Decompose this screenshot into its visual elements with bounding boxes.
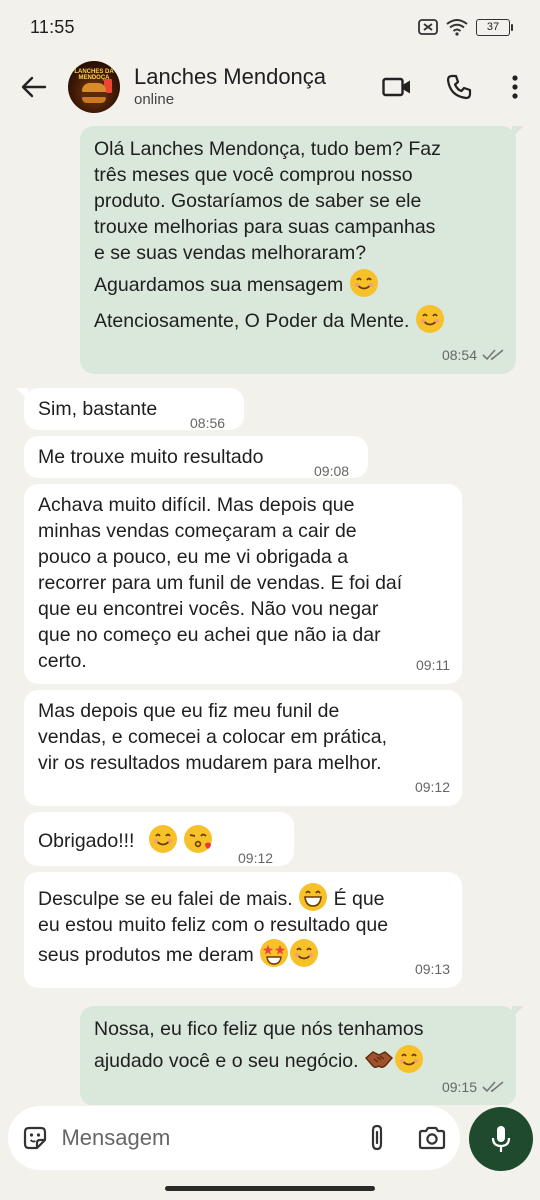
double-check-icon: [482, 349, 504, 361]
message-incoming[interactable]: Me trouxe muito resultado 09:08: [24, 436, 368, 479]
message-line: e se suas vendas melhoraram?: [94, 242, 367, 264]
message-input[interactable]: [61, 1118, 350, 1158]
message-incoming[interactable]: Desculpe se eu falei de mais. É que eu e…: [24, 872, 462, 988]
video-call-button[interactable]: [366, 54, 428, 120]
message-time: 09:13: [414, 961, 450, 977]
message-line: seus produtos me deram: [38, 944, 254, 966]
message-line: Achava muito difícil. Mas depois que: [38, 494, 355, 516]
battery-icon: 37: [476, 18, 513, 36]
message-incoming[interactable]: Sim, bastante 08:56: [16, 388, 244, 431]
message-text: Sim, bastante: [38, 398, 158, 420]
message-line: que no começo eu achei que não ia dar: [38, 624, 381, 646]
message-line: vir os resultados mudarem para melhor.: [38, 752, 382, 774]
message-line: Atenciosamente, O Poder da Mente.: [94, 310, 410, 332]
status-bar: 11:55 37: [0, 0, 540, 54]
smiling-face-emoji-icon: [349, 269, 378, 297]
message-text: Me trouxe muito resultado: [38, 446, 264, 468]
message-line: ajudado você e o seu negócio.: [94, 1050, 359, 1072]
message-meta: 08:54: [442, 342, 504, 368]
home-indicator[interactable]: [165, 1186, 375, 1191]
message-time: 08:54: [441, 347, 477, 363]
message-composer: [8, 1106, 460, 1170]
message-line: eu estou muito feliz com o resultado que: [38, 914, 389, 936]
message-line: três meses que você comprou nosso: [94, 164, 413, 186]
status-time: 11:55: [30, 16, 75, 37]
message-line-wrap: Aguardamos sua mensagem: [94, 268, 502, 298]
message-outgoing[interactable]: Nossa, eu fico feliz que nós tenhamos aj…: [80, 1006, 524, 1105]
voice-message-button[interactable]: [469, 1107, 533, 1171]
double-check-icon: [482, 1081, 504, 1093]
avatar-burger-bottom: [82, 97, 106, 103]
paperclip-icon: [371, 1124, 383, 1151]
message-line-wrap: Atenciosamente, O Poder da Mente.: [94, 304, 502, 334]
message-line: trouxe melhorias para suas campanhas: [94, 216, 436, 238]
handshake-emoji-icon: [364, 1051, 393, 1068]
chat-screen: 11:55 37 LANCHES DA MENDOÇA Lanches Mend…: [0, 0, 540, 1200]
message-line: produto. Gostaríamos de saber se ele: [94, 190, 422, 212]
message-line-wrap: seus produtos me deram: [38, 938, 448, 968]
message-meta: 09:12: [415, 774, 450, 800]
camera-icon: [419, 1126, 446, 1150]
sticker-icon: [23, 1126, 46, 1150]
message-text: Obrigado!!!: [38, 830, 135, 852]
message-incoming[interactable]: Mas depois que eu fiz meu funil de venda…: [24, 690, 462, 806]
smiling-face-emoji-icon: [415, 305, 444, 333]
contact-name: Lanches Mendonça: [134, 64, 327, 89]
message-line: Desculpe se eu falei de mais.: [38, 888, 293, 910]
avatar-burger-top: [82, 83, 106, 92]
kissing-face-emoji-icon: [184, 825, 213, 853]
battery-level: 37: [486, 21, 500, 33]
sticker-button[interactable]: [8, 1106, 61, 1170]
message-meta: 09:13: [415, 956, 450, 982]
message-time: 09:15: [441, 1079, 477, 1095]
message-line: Aguardamos sua mensagem: [94, 274, 344, 296]
microphone-icon: [491, 1126, 511, 1152]
message-list[interactable]: Olá Lanches Mendonça, tudo bem? Faz três…: [0, 120, 540, 1105]
message-time: 09:11: [416, 657, 450, 673]
message-line: Nossa, eu fico feliz que nós tenhamos: [94, 1018, 424, 1040]
message-time: 09:12: [414, 779, 450, 795]
message-incoming[interactable]: Achava muito difícil. Mas depois que min…: [24, 484, 462, 684]
smiling-face-emoji-icon: [148, 825, 177, 853]
video-camera-icon: [382, 77, 410, 97]
phone-icon: [446, 74, 472, 100]
message-time: 09:12: [238, 850, 274, 866]
message-line-wrap: ajudado você e o seu negócio.: [94, 1044, 502, 1074]
camera-button[interactable]: [405, 1106, 460, 1170]
message-meta: 09:15: [442, 1074, 504, 1100]
contact-info[interactable]: Lanches Mendonça online: [134, 64, 366, 110]
message-line-wrap: Desculpe se eu falei de mais. É que: [38, 882, 448, 912]
star-struck-emoji-icon: [260, 939, 289, 967]
message-line: certo.: [38, 650, 87, 672]
no-sim-icon: [418, 19, 438, 35]
message-line: pouco a pouco, eu me vi obrigada a: [38, 546, 349, 568]
message-line: Mas depois que eu fiz meu funil de: [38, 700, 340, 722]
attach-button[interactable]: [349, 1106, 404, 1170]
voice-call-button[interactable]: [428, 54, 490, 120]
message-line: Olá Lanches Mendonça, tudo bem? Faz: [94, 138, 441, 160]
avatar[interactable]: LANCHES DA MENDOÇA: [68, 61, 120, 113]
chat-header: LANCHES DA MENDOÇA Lanches Mendonça onli…: [0, 54, 540, 120]
message-line: recorrer para um funil de vendas. E foi …: [38, 572, 403, 594]
back-button[interactable]: [0, 54, 68, 120]
back-arrow-icon: [21, 76, 47, 98]
status-icons: 37: [418, 18, 513, 36]
message-meta: 09:11: [416, 652, 450, 678]
contact-status: online: [134, 91, 175, 108]
more-options-button[interactable]: [490, 54, 540, 120]
message-line: É que: [333, 888, 385, 910]
message-time: 09:08: [314, 463, 350, 479]
more-vertical-icon: [512, 75, 518, 99]
message-incoming[interactable]: Obrigado!!! 09:12: [24, 812, 294, 866]
wifi-icon: [446, 18, 468, 36]
message-time: 08:56: [190, 415, 226, 431]
message-line: minhas vendas começaram a cair de: [38, 520, 357, 542]
grinning-face-emoji-icon: [299, 883, 328, 911]
smiling-face-emoji-icon: [290, 939, 319, 967]
smiling-face-emoji-icon: [394, 1045, 423, 1073]
message-line: que eu encontrei vocês. Não vou negar: [38, 598, 379, 620]
avatar-logo-text: LANCHES DA MENDOÇA: [74, 69, 114, 81]
message-line: vendas, e comecei a colocar em prática,: [38, 726, 388, 748]
message-outgoing[interactable]: Olá Lanches Mendonça, tudo bem? Faz três…: [80, 126, 524, 374]
